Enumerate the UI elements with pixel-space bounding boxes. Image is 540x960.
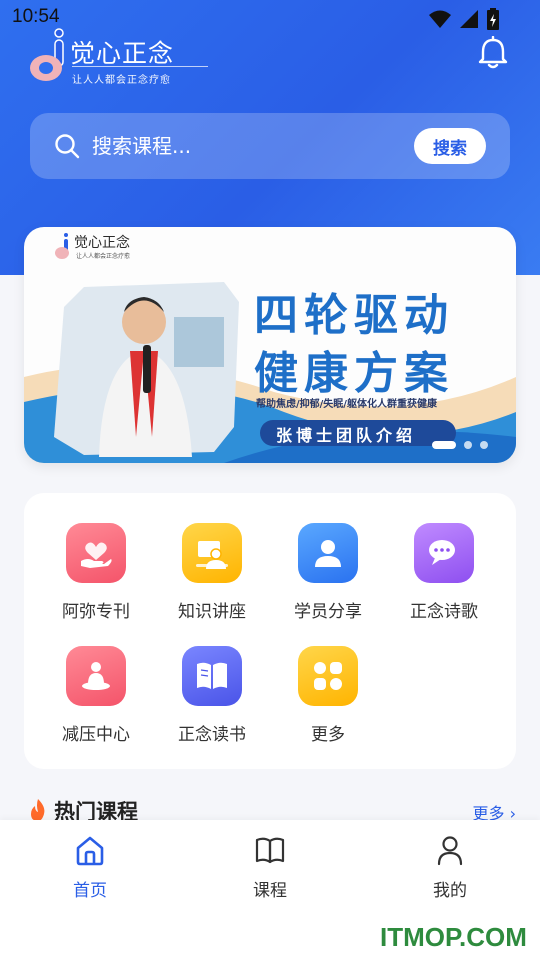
feature-label: 正念读书 (178, 725, 246, 745)
search-button[interactable]: 搜索 (414, 128, 486, 164)
app-subtitle: 让人人都会正念疗愈 (72, 75, 171, 86)
banner-logo-icon (55, 233, 69, 259)
nav-label: 我的 (433, 881, 467, 901)
feature-zhengnianshige[interactable]: 正念诗歌 (394, 523, 494, 633)
status-icons (428, 8, 500, 30)
nav-label: 课程 (253, 881, 287, 901)
feature-icon-bg (298, 646, 358, 706)
wifi-icon (429, 10, 451, 28)
feature-label: 减压中心 (62, 725, 130, 745)
carousel-dot[interactable] (480, 441, 488, 449)
feature-jianyazhongxin[interactable]: 减压中心 (46, 646, 146, 756)
feature-more[interactable]: 更多 (278, 646, 378, 756)
feature-label: 知识讲座 (178, 602, 246, 622)
feature-label: 学员分享 (294, 602, 362, 622)
banner-logo-subtitle: 让人人都会正念疗愈 (76, 253, 131, 260)
app-title: 觉心正念 (70, 39, 175, 68)
feature-icon-bg (182, 523, 242, 583)
open-book-icon (255, 837, 285, 864)
feature-icon-bg (182, 646, 242, 706)
logo-divider (72, 66, 208, 67)
flame-icon (31, 799, 45, 821)
banner-tagline: 帮助焦虑/抑郁/失眠/躯体化人群重获健康 (256, 399, 437, 410)
banner-headline-2: 健康方案 (254, 348, 454, 399)
search-bar[interactable]: 搜索 (30, 113, 510, 179)
feature-amizhuankan[interactable]: 阿弥专刊 (46, 523, 146, 633)
feature-grid: 阿弥专刊 知识讲座 学员分享 正念诗歌 减压中心 正念读书 更多 (24, 493, 516, 769)
logo-mark-icon (30, 28, 64, 81)
more-grid-icon (314, 662, 342, 690)
battery-icon (487, 8, 499, 30)
search-icon (55, 134, 80, 159)
feature-icon-bg (66, 523, 126, 583)
feature-zhishijiangzuo[interactable]: 知识讲座 (162, 523, 262, 633)
feature-label: 正念诗歌 (410, 602, 478, 622)
heart-hand-icon (81, 542, 112, 568)
lecture-icon (196, 541, 228, 569)
home-icon (76, 836, 104, 866)
carousel-dot[interactable] (464, 441, 472, 449)
feature-zhengniandushu[interactable]: 正念读书 (162, 646, 262, 756)
book-icon (197, 662, 227, 689)
feature-xueyuanfenxiang[interactable]: 学员分享 (278, 523, 378, 633)
chat-bubble-icon (429, 540, 455, 565)
feature-icon-bg (298, 523, 358, 583)
notification-bell-icon[interactable] (476, 36, 510, 70)
profile-icon (437, 836, 463, 866)
carousel-indicator (432, 441, 488, 449)
search-input[interactable] (92, 129, 392, 163)
banner-headline-1: 四轮驱动 (254, 290, 454, 341)
app-logo: 觉心正念 让人人都会正念疗愈 (28, 24, 208, 88)
feature-label: 阿弥专刊 (62, 602, 130, 622)
nav-courses[interactable]: 课程 (220, 834, 320, 904)
cell-signal-icon (460, 10, 478, 28)
banner-cta[interactable]: 张博士团队介绍 (276, 422, 416, 446)
nav-label: 首页 (73, 881, 107, 901)
feature-icon-bg (414, 523, 474, 583)
user-icon (315, 540, 341, 567)
banner-logo-title: 觉心正念 (74, 235, 130, 251)
watermark: ITMOP.COM (380, 922, 527, 952)
nav-profile[interactable]: 我的 (400, 834, 500, 904)
feature-label: 更多 (311, 725, 345, 745)
nav-home[interactable]: 首页 (40, 834, 140, 904)
feature-icon-bg (66, 646, 126, 706)
carousel-dot[interactable] (432, 441, 456, 449)
promo-banner[interactable]: 觉心正念 让人人都会正念疗愈 四轮驱动 健康方案 帮助焦虑/抑郁/失眠/躯体化人… (24, 227, 516, 463)
meditation-icon (82, 662, 110, 690)
